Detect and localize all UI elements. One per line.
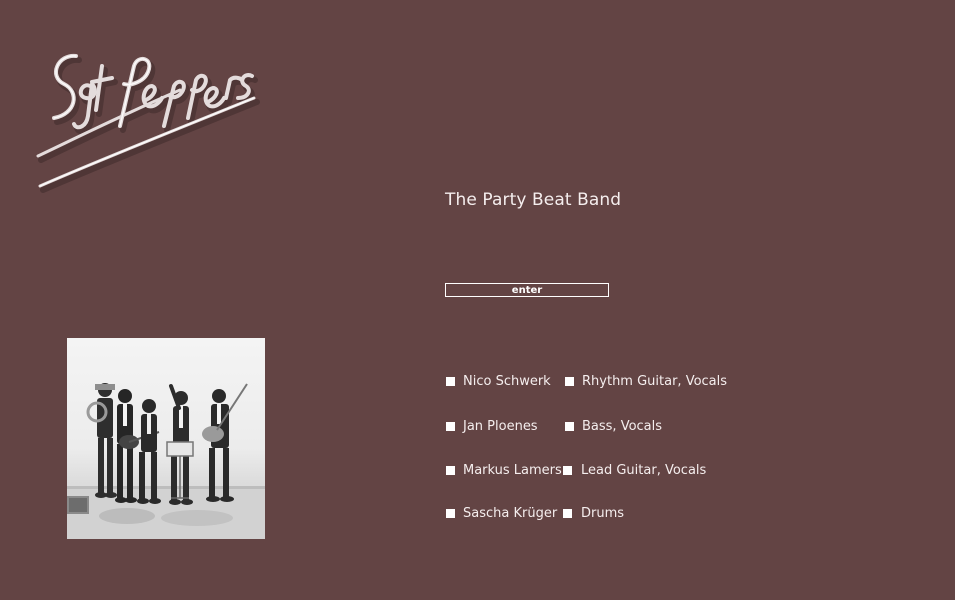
bullet-icon xyxy=(446,509,455,518)
bullet-icon xyxy=(446,422,455,431)
bullet-icon xyxy=(565,422,574,431)
member-role: Lead Guitar, Vocals xyxy=(581,463,707,478)
enter-button[interactable]: enter xyxy=(445,283,609,297)
bullet-icon xyxy=(565,377,574,386)
sgt-peppers-logo-icon xyxy=(36,53,260,193)
bullet-icon xyxy=(563,509,572,518)
bullet-icon xyxy=(563,466,572,475)
member-name: Jan Ploenes xyxy=(463,419,538,434)
member-row: Sascha Krüger Drums xyxy=(445,506,765,524)
bullet-icon xyxy=(446,466,455,475)
band-logo xyxy=(30,36,265,196)
band-photo-icon xyxy=(67,383,265,539)
band-tagline: The Party Beat Band xyxy=(445,190,622,210)
member-role: Drums xyxy=(581,506,625,521)
member-name: Markus Lamers xyxy=(463,463,562,478)
member-role: Rhythm Guitar, Vocals xyxy=(582,374,728,389)
member-name: Nico Schwerk xyxy=(463,374,551,389)
member-name: Sascha Krüger xyxy=(463,506,558,521)
member-row: Nico Schwerk Rhythm Guitar, Vocals xyxy=(445,374,765,392)
band-photo xyxy=(67,338,265,539)
member-row: Markus Lamers Lead Guitar, Vocals xyxy=(445,463,765,481)
page: The Party Beat Band enter Nico Schwerk R… xyxy=(0,0,955,600)
member-role: Bass, Vocals xyxy=(582,419,663,434)
bullet-icon xyxy=(446,377,455,386)
member-row: Jan Ploenes Bass, Vocals xyxy=(445,419,765,437)
